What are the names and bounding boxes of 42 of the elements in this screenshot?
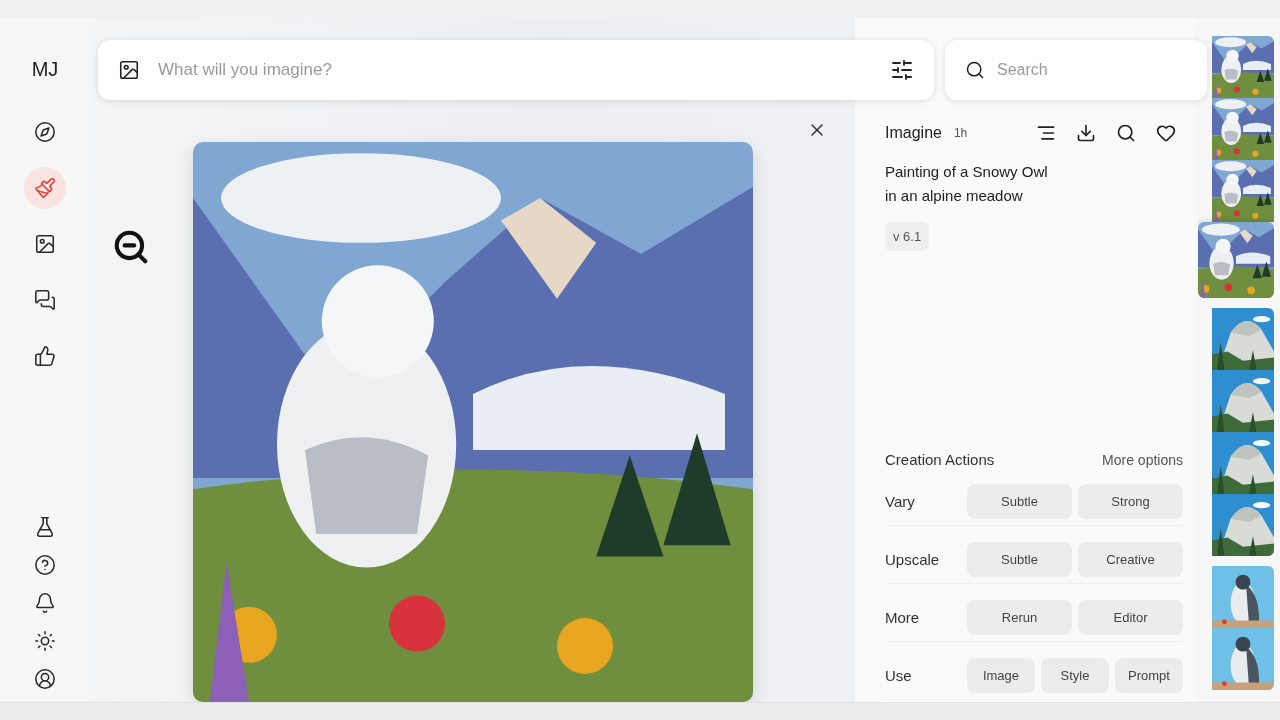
version-tag: v 6.1 [885,222,930,251]
chat-icon [34,289,56,311]
image-icon [34,233,56,255]
search-icon [1116,123,1136,143]
action-button[interactable]: Rerun [967,600,1072,635]
zoom-out-cursor-icon [112,228,150,266]
job-type: Imagine [885,124,942,142]
section-title: Creation Actions [885,451,995,468]
search-field[interactable]: Search [945,40,1207,100]
bell-icon [34,592,56,614]
paintbrush-icon [34,177,56,199]
settings-icon[interactable] [890,58,914,82]
action-button[interactable]: Strong [1078,484,1183,519]
heart-icon [1156,123,1176,143]
prompt-text: Painting of a Snowy Owl in an alpine meadow [885,162,1049,206]
action-label: More [885,609,921,626]
image-icon [118,59,140,81]
prompt-field[interactable]: What will you imagine? [98,40,934,100]
flask-icon [34,516,56,538]
compass-icon [34,121,56,143]
action-button[interactable]: Editor [1078,600,1183,635]
logo[interactable]: MJ [31,58,59,81]
thumbs-up-icon [34,345,56,367]
action-label: Upscale [885,551,941,568]
search-input[interactable]: Search [995,60,1206,80]
sun-icon [34,630,56,652]
action-button[interactable]: Style [1041,658,1109,693]
action-button[interactable]: Image [967,658,1035,693]
action-button[interactable]: Creative [1078,542,1183,577]
prompt-input[interactable]: What will you imagine? [156,59,874,81]
action-button[interactable]: Subtle [967,484,1072,519]
job-age: 1h [953,126,968,140]
search-icon [965,60,985,80]
download-icon [1076,123,1096,143]
action-label: Use [885,667,913,684]
help-icon [34,554,56,576]
action-label: Vary [885,493,916,510]
action-button[interactable]: Prompt [1115,658,1183,693]
more-options-link[interactable]: More options [1102,451,1183,468]
lines-icon [1036,123,1056,143]
profile-icon [34,668,56,690]
action-button[interactable]: Subtle [967,542,1072,577]
